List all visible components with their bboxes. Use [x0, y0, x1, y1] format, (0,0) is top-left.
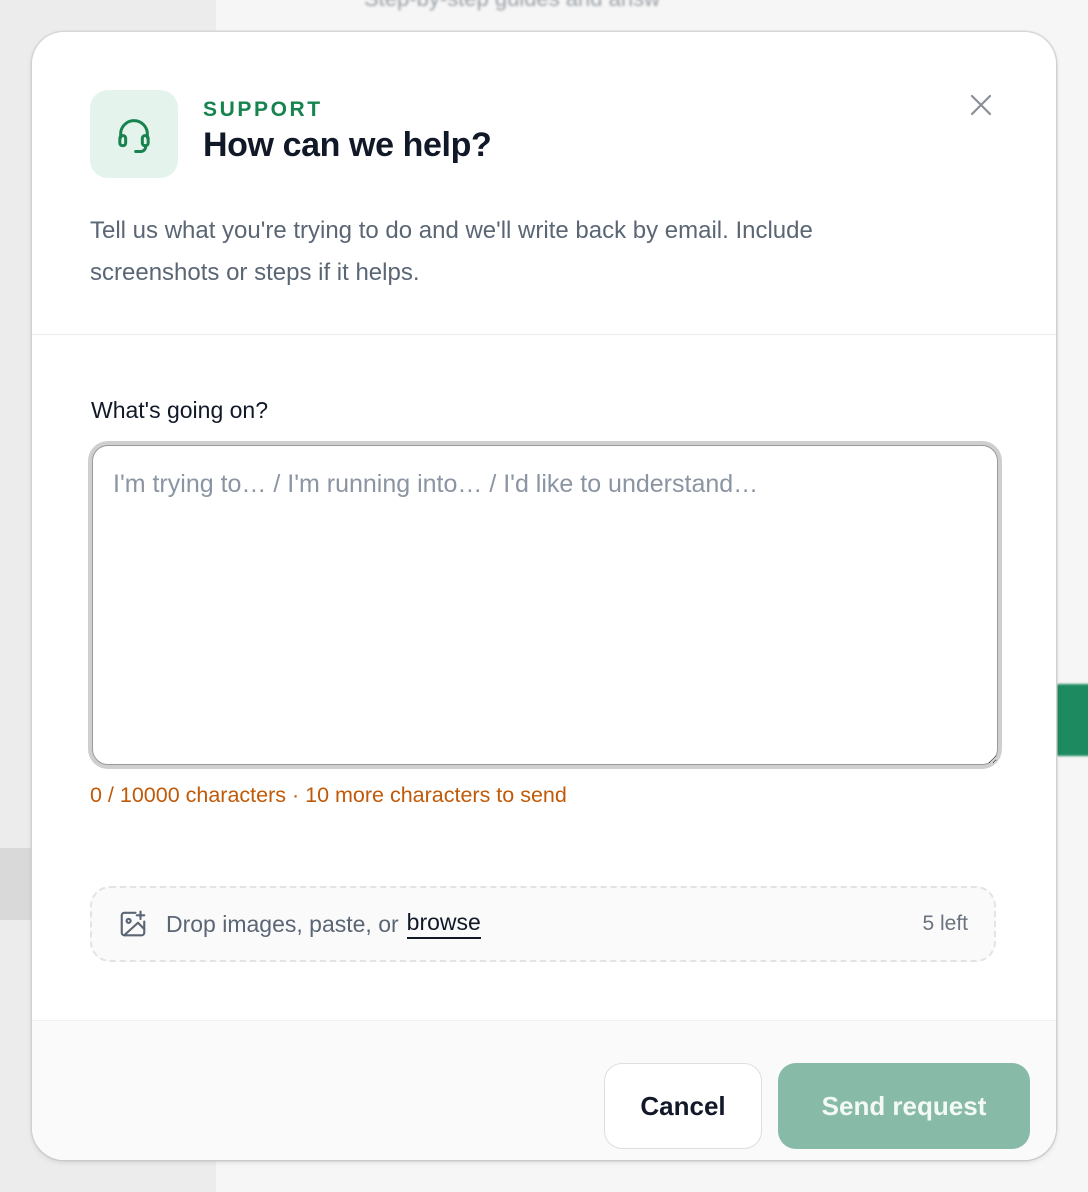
headset-icon	[90, 90, 178, 178]
dialog-title: How can we help?	[203, 126, 492, 164]
cancel-button[interactable]: Cancel	[604, 1063, 762, 1149]
dialog-header: SUPPORT How can we help? Tell us what yo…	[32, 32, 1056, 335]
message-label: What's going on?	[91, 397, 269, 423]
browse-link[interactable]: browse	[406, 909, 481, 939]
image-add-icon	[118, 909, 148, 939]
background-text: Step-by-step guides and answ	[364, 0, 660, 12]
dialog-footer: Cancel Send request	[32, 1020, 1056, 1160]
dialog-description: Tell us what you're trying to do and we'…	[90, 217, 813, 286]
dialog-eyebrow: SUPPORT	[203, 98, 323, 121]
close-button[interactable]	[966, 90, 996, 120]
attachments-remaining: 5 left	[922, 912, 968, 935]
image-dropzone[interactable]: Drop images, paste, or browse 5 left	[90, 886, 996, 962]
support-dialog: SUPPORT How can we help? Tell us what yo…	[32, 32, 1056, 1160]
close-icon	[970, 94, 992, 116]
message-textarea[interactable]	[92, 445, 998, 765]
send-request-button[interactable]: Send request	[778, 1063, 1030, 1149]
message-field-wrapper	[88, 441, 1002, 769]
dropzone-text: Drop images, paste, or	[166, 910, 399, 937]
character-counter: 0 / 10000 characters · 10 more character…	[90, 783, 567, 807]
